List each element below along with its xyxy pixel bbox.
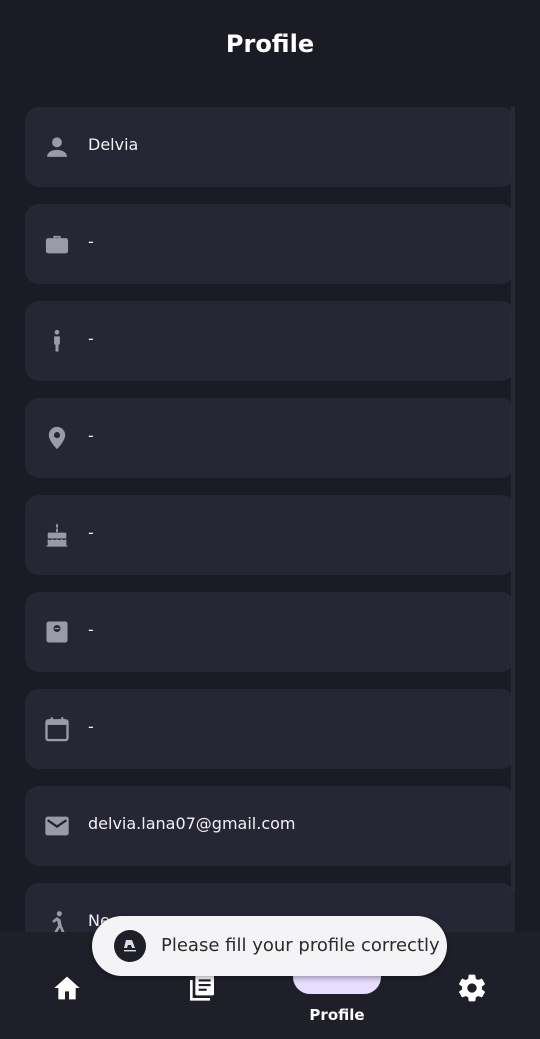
occupation-field[interactable]: -: [25, 204, 515, 284]
person-icon: [43, 133, 71, 161]
nav-settings[interactable]: [456, 972, 488, 1004]
location-value: -: [88, 426, 94, 445]
gender-value: -: [88, 329, 94, 348]
standing-person-icon: [43, 327, 71, 355]
app-header: Profile: [0, 0, 540, 95]
location-pin-icon: [43, 424, 71, 452]
page-title: Profile: [225, 30, 315, 58]
gender-field[interactable]: -: [25, 301, 515, 381]
app-logo-icon: [114, 930, 146, 962]
date-value: -: [88, 717, 94, 736]
nav-profile-label[interactable]: Profile: [290, 1006, 384, 1024]
exercise-icon: [43, 909, 71, 932]
home-icon: [51, 972, 83, 1004]
birthdate-field[interactable]: -: [25, 495, 515, 575]
weight-field[interactable]: -: [25, 592, 515, 672]
date-field[interactable]: -: [25, 689, 515, 769]
articles-icon: [186, 972, 218, 1004]
email-icon: [43, 812, 71, 840]
name-value: Delvia: [88, 135, 139, 154]
profile-field-list[interactable]: Delvia - - - - - - delvia.lana07@gmail.c…: [25, 107, 515, 932]
location-field[interactable]: -: [25, 398, 515, 478]
calendar-icon: [43, 715, 71, 743]
toast-notification: Please fill your profile correctly: [92, 916, 447, 976]
toast-message: Please fill your profile correctly: [161, 935, 440, 956]
birthdate-value: -: [88, 523, 94, 542]
scrollbar[interactable]: [511, 107, 515, 892]
nav-home[interactable]: [51, 972, 83, 1004]
occupation-value: -: [88, 232, 94, 251]
settings-icon: [456, 972, 488, 1004]
name-field[interactable]: Delvia: [25, 107, 515, 187]
email-field[interactable]: delvia.lana07@gmail.com: [25, 786, 515, 866]
briefcase-icon: [43, 230, 71, 258]
weight-scale-icon: [43, 618, 71, 646]
birthday-cake-icon: [43, 521, 71, 549]
email-value: delvia.lana07@gmail.com: [88, 814, 296, 833]
nav-articles[interactable]: [186, 972, 218, 1004]
weight-value: -: [88, 620, 94, 639]
